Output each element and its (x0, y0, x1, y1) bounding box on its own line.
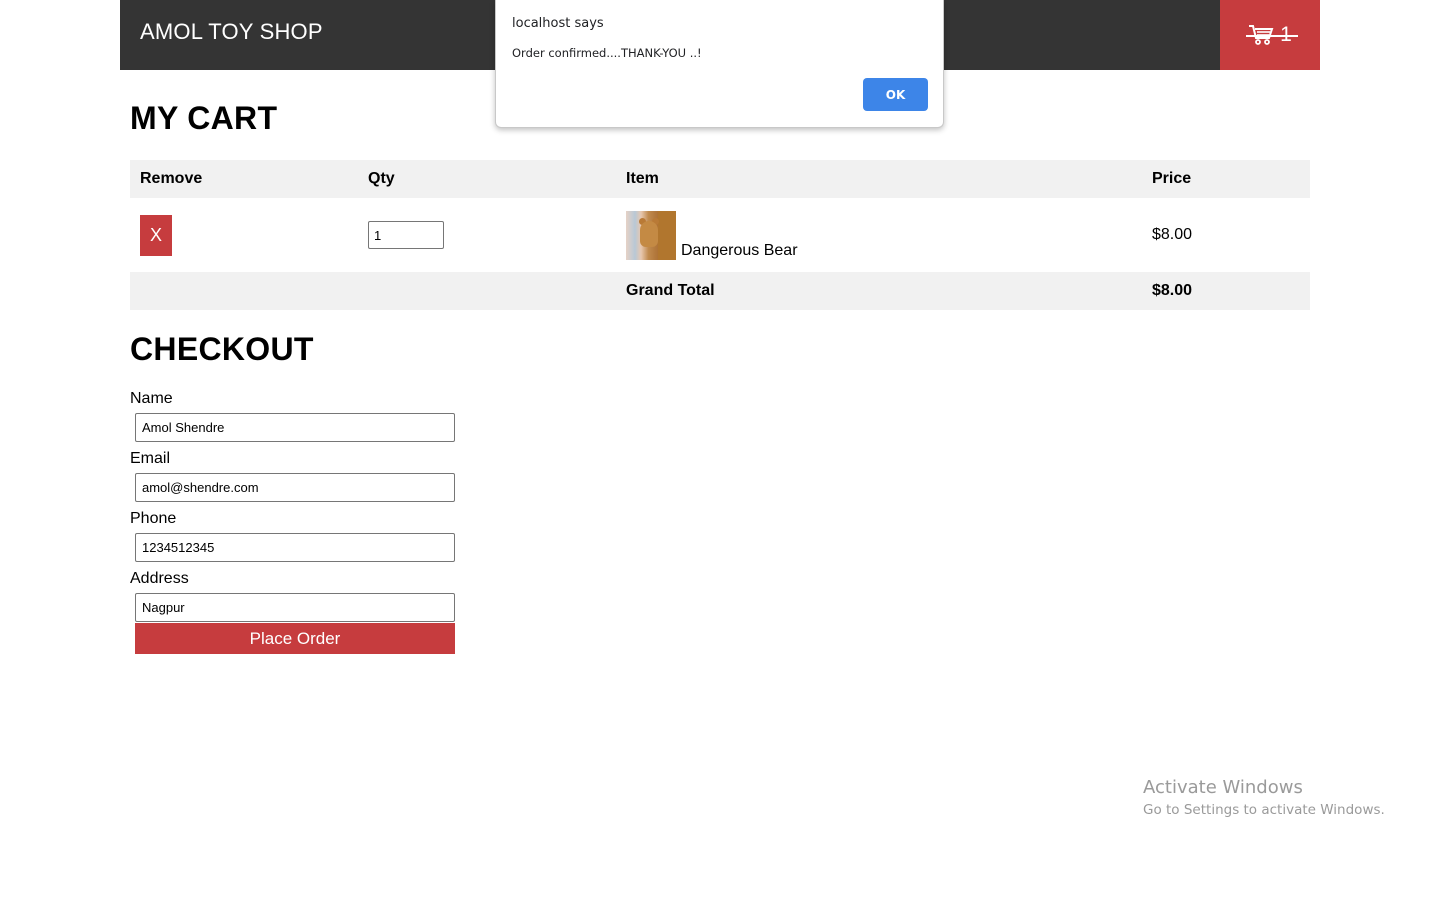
email-field[interactable] (135, 473, 455, 502)
checkout-heading: CHECKOUT (130, 331, 314, 367)
name-field[interactable] (135, 413, 455, 442)
dialog-ok-button[interactable]: OK (863, 78, 928, 111)
watermark-title: Activate Windows (1143, 777, 1303, 798)
item-cell: Dangerous Bear (616, 198, 1142, 272)
cart-button[interactable]: 1 (1220, 0, 1320, 70)
name-label: Name (130, 390, 173, 407)
watermark-subtitle: Go to Settings to activate Windows. (1143, 802, 1385, 818)
dialog-title: localhost says (512, 16, 604, 31)
grand-total-value: $8.00 (1152, 282, 1193, 299)
windows-activation-watermark: Activate Windows Go to Settings to activ… (1143, 777, 1385, 821)
item-name: Dangerous Bear (681, 241, 798, 259)
cart-table-header: Remove Qty Item Price (130, 160, 1310, 198)
address-label: Address (130, 570, 189, 587)
cart-heading: MY CART (130, 100, 278, 136)
product-thumbnail (626, 210, 676, 260)
grand-total-row: Grand Total $8.00 (130, 272, 1310, 310)
quantity-input[interactable] (368, 221, 444, 249)
alert-dialog: localhost says Order confirmed....THANK-… (495, 0, 944, 128)
column-header-remove: Remove (140, 170, 203, 187)
qty-cell (358, 198, 616, 272)
remove-cell: X (130, 198, 358, 272)
column-header-price: Price (1152, 170, 1192, 187)
item-price: $8.00 (1152, 226, 1193, 243)
grand-total-label: Grand Total (626, 282, 715, 299)
cart-strike-line (1246, 35, 1298, 37)
table-row: X Dangerous Bear $8.00 (130, 198, 1310, 272)
place-order-button[interactable]: Place Order (135, 623, 455, 654)
email-label: Email (130, 450, 171, 467)
checkout-form: Name Email Phone Address (130, 388, 460, 628)
cart-table: Remove Qty Item Price X Dangerous (130, 160, 1310, 310)
column-header-item: Item (626, 170, 659, 187)
remove-item-button[interactable]: X (140, 214, 172, 256)
address-field[interactable] (135, 593, 455, 622)
phone-field[interactable] (135, 533, 455, 562)
column-header-qty: Qty (368, 170, 395, 187)
phone-label: Phone (130, 510, 177, 527)
dialog-message: Order confirmed....THANK-YOU ..! (512, 46, 702, 60)
brand-title[interactable]: AMOL TOY SHOP (140, 19, 323, 45)
